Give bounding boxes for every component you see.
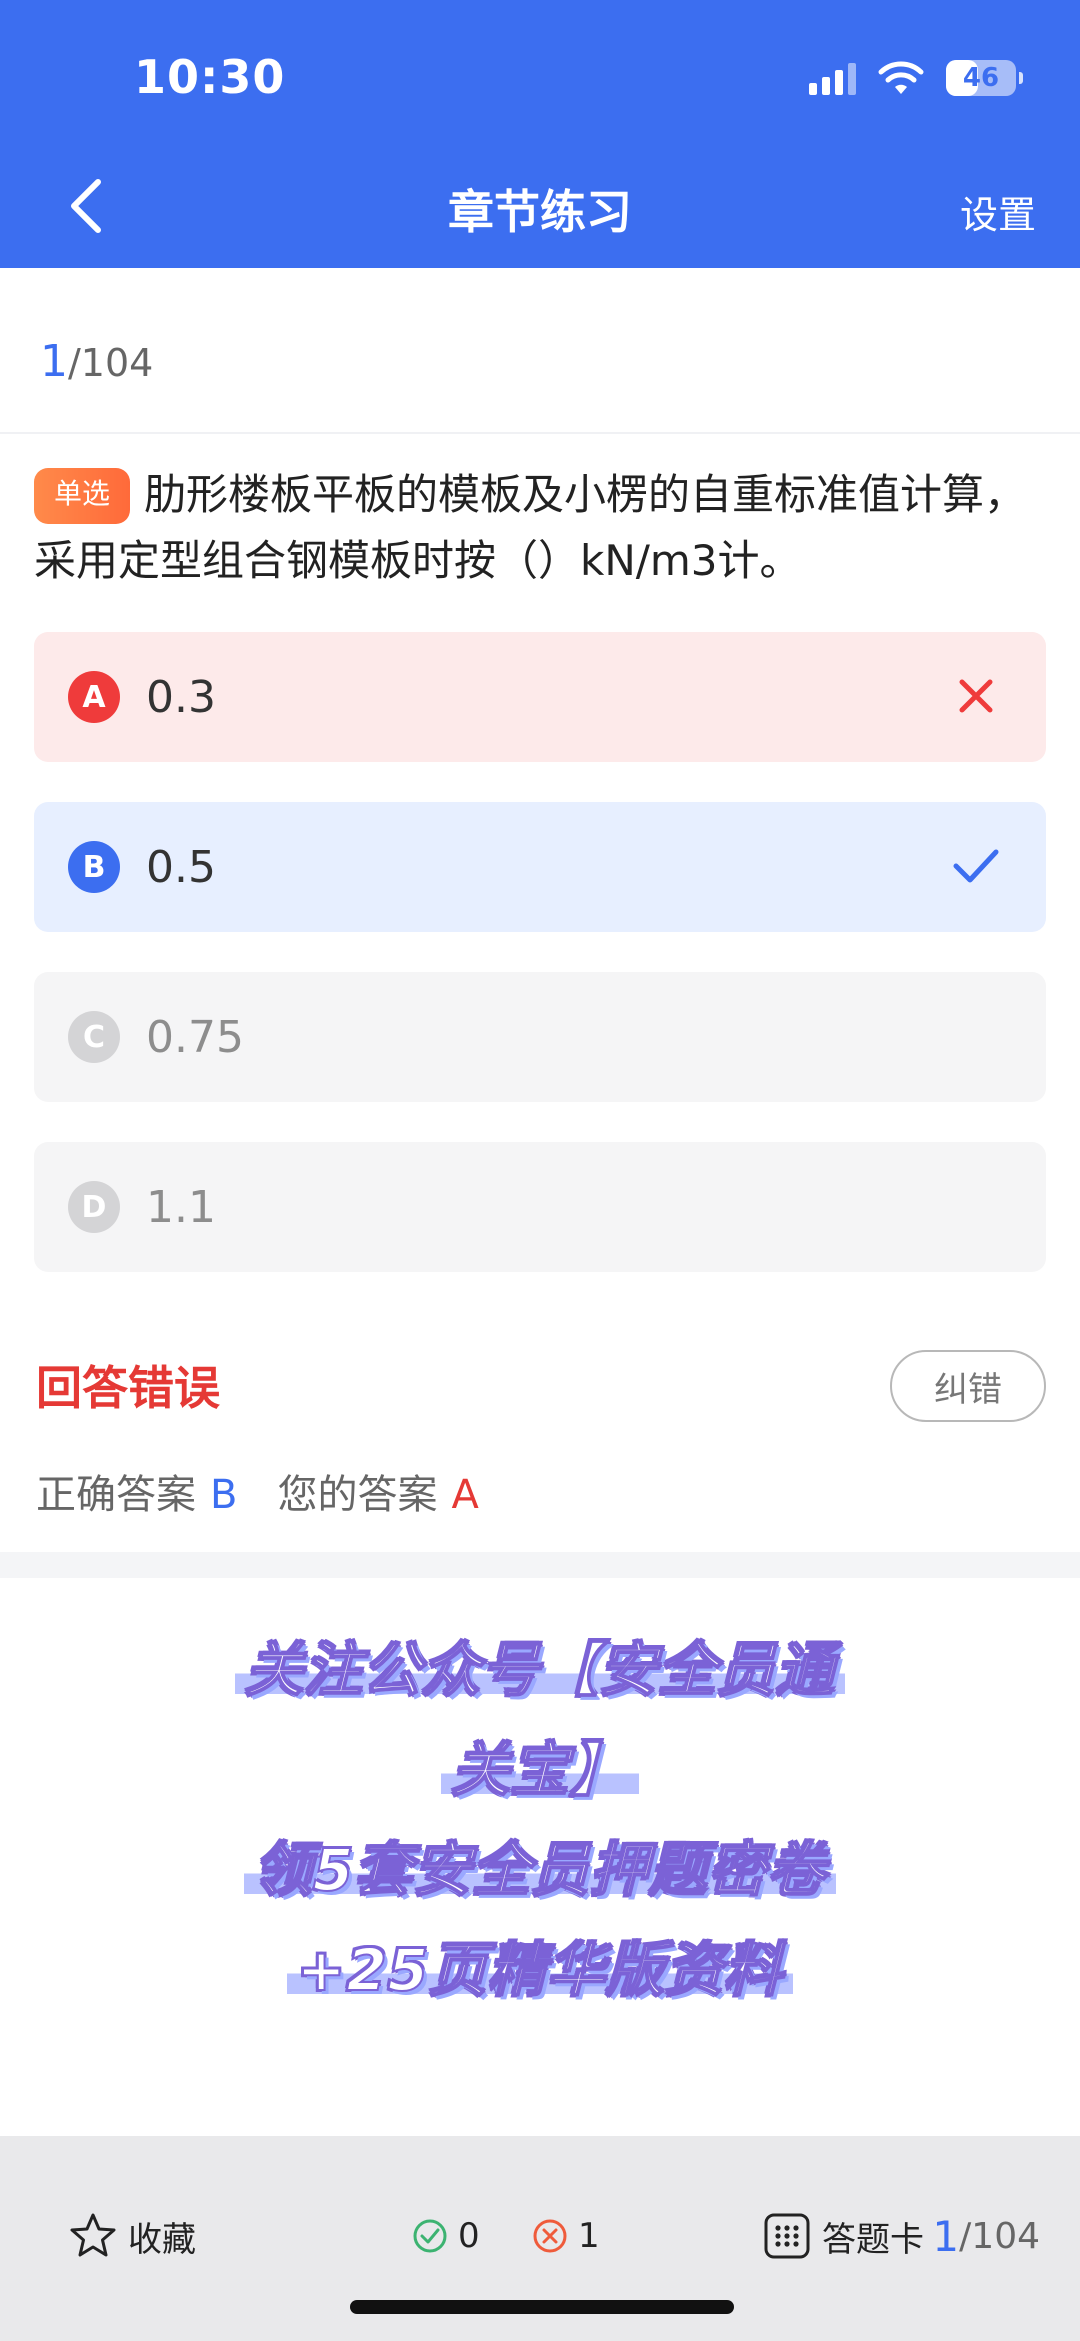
report-error-button[interactable]: 纠错 bbox=[890, 1350, 1046, 1422]
question-stem: 单选 肋形楼板平板的模板及小楞的自重标准值计算，采用定型组合钢模板时按（）kN/m… bbox=[34, 462, 1050, 594]
question-text: 肋形楼板平板的模板及小楞的自重标准值计算，采用定型组合钢模板时按（）kN/m3计… bbox=[34, 470, 1027, 585]
wrong-count-value: 1 bbox=[578, 2216, 600, 2256]
app-header: 10:30 46 章节练习 设置 bbox=[0, 0, 1080, 268]
correct-answer-label: 正确答案 bbox=[36, 1472, 196, 1518]
option-b[interactable]: B 0.5 bbox=[34, 802, 1046, 932]
star-icon bbox=[70, 2213, 116, 2257]
favorite-label: 收藏 bbox=[128, 2219, 196, 2260]
option-value: 0.3 bbox=[146, 671, 216, 723]
option-value: 0.75 bbox=[146, 1011, 244, 1063]
promo-line: 领5套安全员押题密卷 bbox=[150, 1820, 930, 1920]
bottom-progress: 1/104 bbox=[932, 2206, 1040, 2266]
progress-current: 1 bbox=[40, 336, 68, 387]
option-letter: A bbox=[68, 671, 120, 723]
question-type-tag: 单选 bbox=[34, 468, 131, 524]
option-c[interactable]: C 0.75 bbox=[34, 972, 1046, 1102]
answer-card-label: 答题卡 bbox=[822, 2219, 924, 2260]
option-value: 0.5 bbox=[146, 841, 216, 893]
bottom-progress-total: /104 bbox=[959, 2215, 1040, 2257]
status-icons: 46 bbox=[809, 56, 1023, 100]
promo-line: 关宝】 bbox=[150, 1720, 930, 1820]
correct-answer-value: B bbox=[210, 1472, 238, 1518]
promo-line: +25页精华版资料 bbox=[150, 1920, 930, 2020]
wifi-icon bbox=[878, 61, 924, 94]
bottom-toolbar: 收藏 0 1 答题卡 1/104 bbox=[0, 2136, 1080, 2341]
progress-total: /104 bbox=[68, 341, 154, 385]
battery-icon: 46 bbox=[946, 60, 1023, 96]
cellular-signal-icon bbox=[809, 61, 856, 95]
status-time: 10:30 bbox=[134, 50, 286, 104]
promo-banner[interactable]: 关注公众号【安全员通 关宝】 领5套安全员押题密卷 +25页精华版资料 bbox=[150, 1620, 930, 2020]
page-title: 章节练习 bbox=[448, 185, 632, 239]
battery-level: 46 bbox=[962, 63, 1000, 93]
grid-icon bbox=[764, 2213, 810, 2259]
bottom-progress-current: 1 bbox=[932, 2211, 960, 2261]
option-d[interactable]: D 1.1 bbox=[34, 1142, 1046, 1272]
option-a[interactable]: A 0.3 bbox=[34, 632, 1046, 762]
option-letter: D bbox=[68, 1181, 120, 1233]
favorite-button[interactable]: 收藏 bbox=[68, 2206, 196, 2266]
option-letter: B bbox=[68, 841, 120, 893]
your-answer-label: 您的答案 bbox=[277, 1472, 438, 1518]
your-answer-value: A bbox=[451, 1472, 479, 1518]
right-count-value: 0 bbox=[458, 2216, 480, 2256]
divider bbox=[0, 432, 1080, 434]
x-circle-icon bbox=[533, 2219, 567, 2253]
answer-card-button[interactable]: 答题卡 bbox=[762, 2206, 924, 2266]
check-circle-icon bbox=[413, 2219, 447, 2253]
promo-line: 关注公众号【安全员通 bbox=[150, 1620, 930, 1720]
question-progress: 1/104 bbox=[40, 336, 153, 387]
home-indicator bbox=[350, 2300, 734, 2314]
right-count: 0 bbox=[412, 2206, 480, 2266]
section-separator bbox=[0, 1552, 1080, 1578]
close-icon bbox=[959, 679, 993, 713]
option-value: 1.1 bbox=[146, 1181, 216, 1233]
result-title: 回答错误 bbox=[36, 1361, 220, 1415]
settings-button[interactable]: 设置 bbox=[960, 184, 1036, 239]
option-letter: C bbox=[68, 1011, 120, 1063]
check-icon bbox=[953, 849, 999, 883]
wrong-count: 1 bbox=[532, 2206, 600, 2266]
answer-summary: 正确答案 B 您的答案 A bbox=[36, 1462, 479, 1520]
